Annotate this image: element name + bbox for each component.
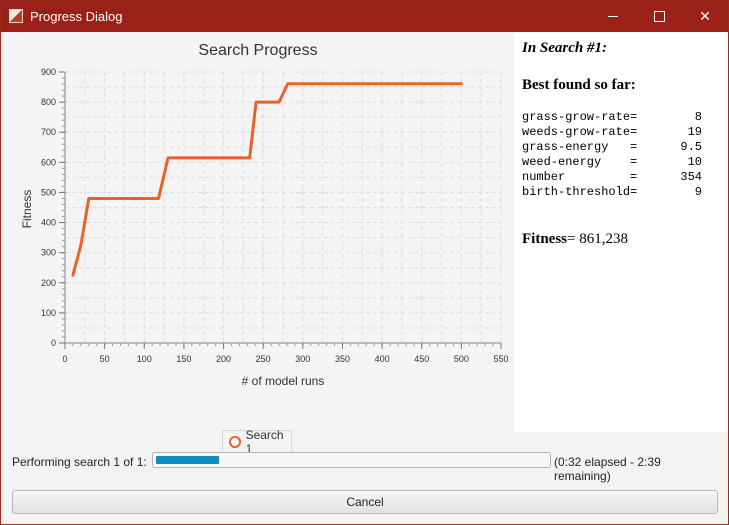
y-tick-label: 600 — [41, 157, 56, 167]
y-tick-label: 700 — [41, 127, 56, 137]
best-found-label: Best found so far: — [522, 77, 636, 93]
chart-panel: Search Progress # of model runs Fitness … — [1, 32, 513, 456]
progress-dialog-window: Progress Dialog ✕ Search Progress # of m… — [0, 0, 729, 525]
close-button[interactable]: ✕ — [682, 1, 728, 32]
x-tick-label: 500 — [454, 354, 469, 364]
param-name: weeds-grow-rate= — [522, 125, 638, 139]
x-tick-label: 50 — [100, 354, 110, 364]
x-tick-label: 100 — [137, 354, 152, 364]
window-title: Progress Dialog — [30, 9, 123, 24]
title-bar[interactable]: Progress Dialog ✕ — [1, 1, 728, 32]
y-tick-label: 500 — [41, 187, 56, 197]
time-remaining: (0:32 elapsed - 2:39 remaining) — [554, 455, 661, 483]
x-tick-label: 300 — [295, 354, 310, 364]
minimize-button[interactable] — [590, 1, 636, 32]
param-row: number = 354 — [522, 170, 702, 185]
x-tick-label: 150 — [176, 354, 191, 364]
param-value: 9.5 — [680, 140, 702, 154]
parameter-list: grass-grow-rate= 8 weeds-grow-rate= 19 gra… — [522, 110, 702, 200]
y-tick-label: 900 — [41, 67, 56, 77]
x-tick-label: 350 — [335, 354, 350, 364]
param-name: birth-threshold= — [522, 185, 638, 199]
app-icon — [9, 9, 23, 23]
status-label: Performing search 1 of 1: — [12, 455, 147, 469]
chart-title: Search Progress — [198, 42, 317, 59]
close-icon: ✕ — [699, 8, 711, 25]
param-value: 8 — [694, 110, 702, 124]
progress-bar-fill — [156, 456, 219, 464]
maximize-button[interactable] — [636, 1, 682, 32]
y-tick-label: 400 — [41, 218, 56, 228]
param-name: grass-energy = — [522, 140, 638, 154]
param-name: number = — [522, 170, 638, 184]
x-tick-label: 200 — [216, 354, 231, 364]
legend-series-symbol — [229, 436, 241, 448]
param-value: 9 — [694, 185, 702, 199]
param-row: weed-energy = 10 — [522, 155, 702, 170]
cancel-button[interactable]: Cancel — [12, 490, 718, 514]
param-value: 19 — [687, 125, 702, 139]
x-tick-label: 250 — [256, 354, 271, 364]
y-axis-label: Fitness — [20, 190, 34, 229]
y-tick-label: 300 — [41, 248, 56, 258]
param-value: 354 — [680, 170, 702, 184]
fitness-value: = 861,238 — [567, 231, 628, 247]
param-value: 10 — [687, 155, 702, 169]
status-row: Performing search 1 of 1: (0:32 elapsed … — [12, 451, 720, 483]
search-heading: In Search #1: — [522, 40, 608, 56]
y-tick-label: 200 — [41, 278, 56, 288]
fitness-chart: Search Progress # of model runs Fitness … — [20, 42, 509, 388]
y-tick-label: 800 — [41, 97, 56, 107]
x-tick-label: 550 — [493, 354, 508, 364]
y-tick-label: 100 — [41, 308, 56, 318]
param-row: birth-threshold= 9 — [522, 185, 702, 200]
param-row: grass-grow-rate= 8 — [522, 110, 702, 125]
minimize-icon — [608, 16, 618, 17]
x-tick-label: 0 — [62, 354, 67, 364]
param-row: grass-energy = 9.5 — [522, 140, 702, 155]
param-name: grass-grow-rate= — [522, 110, 638, 124]
param-name: weed-energy = — [522, 155, 638, 169]
y-tick-label: 0 — [51, 338, 56, 348]
results-panel: In Search #1: Best found so far: grass-g… — [514, 32, 728, 432]
fitness-readout: Fitness= 861,238 — [522, 231, 628, 248]
param-row: weeds-grow-rate= 19 — [522, 125, 702, 140]
x-tick-label: 400 — [375, 354, 390, 364]
fitness-label: Fitness — [522, 231, 567, 247]
x-tick-label: 450 — [414, 354, 429, 364]
maximize-icon — [653, 11, 665, 22]
x-axis-label: # of model runs — [242, 374, 325, 388]
progress-bar — [152, 452, 551, 468]
